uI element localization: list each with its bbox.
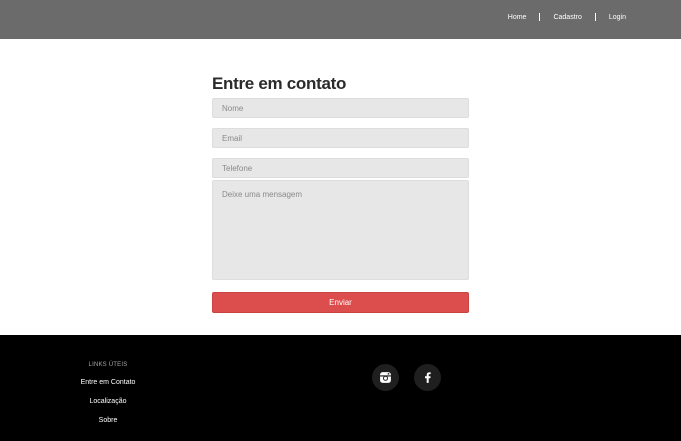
- phone-input[interactable]: [212, 158, 469, 178]
- footer-link-contact[interactable]: Entre em Contato: [58, 379, 158, 386]
- footer-links: LINKS ÚTEIS Entre em Contato Localização…: [58, 362, 158, 424]
- nav-link-home[interactable]: Home: [508, 14, 527, 21]
- main-nav: Home Cadastro Login: [508, 13, 626, 21]
- form-title: Entre em contato: [212, 74, 347, 93]
- nav-link-login[interactable]: Login: [609, 14, 626, 21]
- nav-divider: [539, 13, 541, 21]
- send-button[interactable]: Enviar: [212, 292, 469, 313]
- instagram-icon[interactable]: [372, 364, 399, 391]
- nav-link-cadastro[interactable]: Cadastro: [553, 14, 581, 21]
- top-navbar: Home Cadastro Login: [0, 0, 681, 39]
- message-textarea[interactable]: [212, 180, 469, 280]
- footer-link-location[interactable]: Localização: [58, 398, 158, 405]
- nav-divider: [594, 13, 596, 21]
- email-input[interactable]: [212, 128, 469, 148]
- name-input[interactable]: [212, 98, 469, 118]
- contact-form: Entre em contato Enviar: [212, 72, 469, 313]
- footer-links-title: LINKS ÚTEIS: [88, 362, 128, 368]
- footer-link-about[interactable]: Sobre: [58, 417, 158, 424]
- facebook-icon[interactable]: [414, 364, 441, 391]
- site-footer: LINKS ÚTEIS Entre em Contato Localização…: [0, 335, 681, 441]
